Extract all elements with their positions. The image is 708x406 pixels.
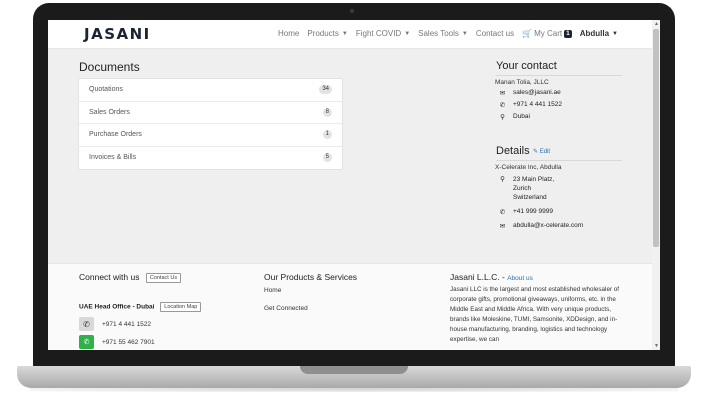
- contact-us-button[interactable]: Contact Us: [145, 272, 182, 283]
- about-title-text: Jasani L.L.C.: [450, 272, 500, 282]
- doc-row-label: Purchase Orders: [89, 131, 142, 139]
- edit-label: Edit: [539, 149, 551, 155]
- details-title: Details: [496, 145, 530, 157]
- nav-menu: Home Products ▼ Fight COVID ▼ Sales Tools ▼…: [278, 29, 618, 38]
- footer-link-home[interactable]: Home: [264, 287, 281, 294]
- address-line: 23 Main Platz,: [513, 176, 555, 183]
- nav-item-label: Contact us: [475, 29, 515, 38]
- documents-title: Documents: [79, 60, 140, 74]
- laptop-notch: [300, 366, 408, 374]
- address-line: Switzerland: [513, 194, 547, 201]
- details-email-row: ✉ abdulla@x-celerate.com: [499, 222, 583, 230]
- top-navbar: JASANI Home Products ▼ Fight COVID ▼ Sales…: [48, 20, 652, 49]
- doc-row-label: Quotations: [89, 86, 123, 94]
- details-company: X-Celerate Inc, Abdulla: [495, 164, 562, 171]
- caret-down-icon: ▼: [461, 30, 468, 37]
- contact-phone: +971 4 441 1522: [513, 101, 562, 108]
- head-office-label: UAE Head Office - Dubai Location Map: [79, 302, 202, 312]
- nav-item-label: Home: [277, 29, 300, 38]
- contact-company: Manan Tolia, JLLC: [495, 79, 549, 86]
- user-name: Abdulla: [579, 29, 610, 38]
- contact-phone-row: ✆ +971 4 441 1522: [499, 101, 562, 109]
- nav-item-label: Sales Tools: [418, 29, 459, 38]
- products-title: Our Products & Services: [264, 272, 358, 282]
- details-email: abdulla@x-celerate.com: [513, 222, 584, 229]
- details-phone-row: ✆ +41 999 9999: [499, 208, 553, 216]
- details-phone: +41 999 9999: [513, 208, 553, 215]
- nav-item-products[interactable]: Products ▼: [307, 29, 348, 38]
- divider: [496, 160, 622, 161]
- phone-icon: ✆: [499, 102, 506, 109]
- about-text: Jasani LLC is the largest and most estab…: [450, 286, 620, 343]
- contact-location-row: ⚲ Dubai: [499, 113, 530, 121]
- footer-link-get-connected[interactable]: Get Connected: [264, 305, 308, 312]
- whatsapp-icon: ✆: [79, 335, 94, 349]
- your-contact-title: Your contact: [496, 60, 557, 72]
- about-us-link[interactable]: About us: [507, 275, 533, 282]
- cart-icon: 🛒: [522, 29, 533, 38]
- contact-email-row: ✉ sales@jasani.ae: [499, 89, 561, 97]
- doc-row-sales-orders[interactable]: Sales Orders 8: [79, 102, 342, 124]
- scroll-up-arrow-icon[interactable]: ▲: [654, 21, 659, 27]
- caret-down-icon: ▼: [612, 30, 618, 37]
- map-marker-icon: ⚲: [500, 114, 505, 121]
- phone-icon: ✆: [79, 317, 94, 331]
- doc-row-invoices[interactable]: Invoices & Bills 5: [79, 147, 342, 170]
- phone-icon: ✆: [499, 209, 506, 216]
- doc-count-badge: 34: [319, 85, 332, 95]
- camera-dot: [350, 9, 354, 13]
- nav-item-home[interactable]: Home: [278, 29, 299, 38]
- doc-row-quotations[interactable]: Quotations 34: [79, 79, 342, 102]
- footer-whatsapp-row: ✆ +971 55 462 7901: [79, 335, 155, 349]
- contact-email[interactable]: sales@jasani.ae: [513, 89, 561, 96]
- footer-phone[interactable]: +971 4 441 1522: [102, 321, 151, 328]
- scroll-down-arrow-icon[interactable]: ▼: [654, 343, 659, 349]
- divider: [496, 75, 622, 76]
- footer: Connect with us Contact Us UAE Head Offi…: [48, 263, 652, 350]
- nav-item-sales-tools[interactable]: Sales Tools ▼: [418, 29, 468, 38]
- envelope-icon: ✉: [499, 223, 506, 230]
- scroll-thumb[interactable]: [653, 29, 659, 247]
- caret-down-icon: ▼: [341, 30, 348, 37]
- envelope-icon: ✉: [499, 90, 506, 97]
- nav-item-label: Products: [307, 29, 339, 38]
- doc-count-badge: 1: [322, 130, 332, 140]
- footer-whatsapp[interactable]: +971 55 462 7901: [102, 339, 155, 346]
- cart-count-badge: 1: [564, 29, 572, 38]
- connect-title: Connect with us Contact Us: [79, 272, 182, 283]
- doc-row-label: Invoices & Bills: [89, 154, 137, 162]
- vertical-scrollbar[interactable]: ▲ ▼: [652, 20, 660, 350]
- doc-count-badge: 8: [322, 107, 332, 117]
- laptop-mockup: JASANI Home Products ▼ Fight COVID ▼ Sales…: [0, 0, 708, 406]
- contact-city: Dubai: [513, 113, 530, 120]
- map-marker-icon: ⚲: [500, 176, 505, 183]
- doc-count-badge: 5: [322, 153, 332, 163]
- doc-row-label: Sales Orders: [89, 108, 130, 116]
- nav-item-fight-covid[interactable]: Fight COVID ▼: [356, 29, 410, 38]
- user-menu[interactable]: Abdulla ▼: [580, 29, 618, 38]
- details-address-row: ⚲ 23 Main Platz, Zurich Switzerland: [499, 175, 554, 202]
- nav-item-contact-us[interactable]: Contact us: [476, 29, 514, 38]
- doc-row-purchase-orders[interactable]: Purchase Orders 1: [79, 124, 342, 147]
- caret-down-icon: ▼: [404, 30, 411, 37]
- documents-list: Quotations 34 Sales Orders 8 Purchase Or…: [78, 78, 343, 170]
- cart-label: My Cart: [534, 29, 563, 38]
- office-label-text: UAE Head Office - Dubai: [79, 303, 155, 311]
- pencil-icon: ✎: [533, 149, 539, 155]
- about-title: Jasani L.L.C. - About us: [450, 272, 533, 282]
- edit-details-link[interactable]: ✎ Edit: [533, 148, 550, 155]
- nav-item-cart[interactable]: 🛒 My Cart 1: [522, 29, 572, 38]
- nav-item-label: Fight COVID: [355, 29, 402, 38]
- footer-phone-row: ✆ +971 4 441 1522: [79, 317, 151, 331]
- address-line: Zurich: [513, 185, 532, 192]
- about-separator: -: [502, 272, 505, 282]
- connect-title-text: Connect with us: [79, 272, 140, 282]
- location-map-button[interactable]: Location Map: [160, 302, 202, 312]
- jasani-logo[interactable]: JASANI: [84, 25, 151, 43]
- browser-viewport: JASANI Home Products ▼ Fight COVID ▼ Sales…: [48, 20, 660, 350]
- details-address: 23 Main Platz, Zurich Switzerland: [513, 175, 554, 202]
